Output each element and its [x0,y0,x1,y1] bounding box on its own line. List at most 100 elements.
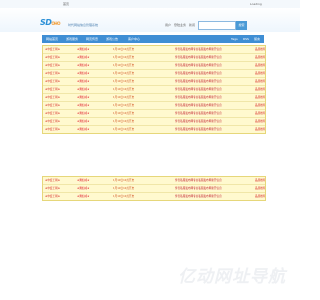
server-list-panel-secondary: ★中变王朝★ ★鹰仙域★ 1月19日10点开启 传奇私服发布网专业私服发布网新开… [42,176,266,201]
server-name[interactable]: ★中变王朝★ [45,87,73,91]
server-version: ★鹰仙域★ [77,96,90,99]
table-row[interactable]: ★中变王朝★ ★鹰仙域★ 1月19日10点开启 传奇私服发布网专业私服发布网新开… [43,177,265,185]
server-open-time: 1月19日10点开启 [113,112,135,115]
nav-item-7[interactable]: 留言 [254,35,260,43]
table-row[interactable]: ★中变王朝★ ★鹰仙域★ 1月19日10点开启 传奇私服发布网专业私服发布网新开… [43,185,265,193]
user-link-1[interactable]: 登陆业务 [174,23,186,27]
server-description: 传奇私服发布网专业私服发布网新开信息 [175,187,222,190]
server-open-time: 1月19日10点开启 [113,96,135,99]
server-tag[interactable]: 品质推荐 [255,63,265,67]
server-name[interactable]: ★中变王朝★ [45,63,73,67]
server-name[interactable]: ★中变王朝★ [45,111,73,115]
server-tag[interactable]: 品质推荐 [255,79,265,83]
server-name[interactable]: ★中变王朝★ [45,103,73,107]
table-row[interactable]: ★中变王朝★ ★鹰仙域★ 1月19日10点开启 传奇私服发布网专业私服发布网新开… [43,54,265,62]
table-row[interactable]: ★中变王朝★ ★鹰仙域★ 1月19日10点开启 传奇私服发布网专业私服发布网新开… [43,118,265,126]
table-row[interactable]: ★中变王朝★ ★鹰仙域★ 1月19日10点开启 传奇私服发布网专业私服发布网新开… [43,126,265,133]
table-row[interactable]: ★中变王朝★ ★鹰仙域★ 1月19日10点开启 传奇私服发布网专业私服发布网新开… [43,110,265,118]
main-nav: 网站首页 游戏服务 网页传奇 游戏公告 客户中心 Tags RSS 留言 [42,35,264,43]
nav-item-5[interactable]: Tags [231,35,238,43]
server-description: 传奇私服发布网专业私服发布网新开信息 [175,179,222,182]
server-tag[interactable]: 品质推荐 [255,55,265,59]
server-name[interactable]: ★中变王朝★ [45,186,73,190]
server-open-time: 1月19日10点开启 [113,128,135,131]
server-description: 传奇私服发布网专业私服发布网新开信息 [175,88,222,91]
server-description: 传奇私服发布网专业私服发布网新开信息 [175,120,222,123]
server-open-time: 1月19日10点开启 [113,179,135,182]
search-input[interactable] [198,21,236,30]
site-logo[interactable]: SDOHO [40,18,61,27]
server-version: ★鹰仙域★ [77,64,90,67]
server-description: 传奇私服发布网专业私服发布网新开信息 [175,48,222,51]
server-version: ★鹰仙域★ [77,128,90,131]
server-name[interactable]: ★中变王朝★ [45,178,73,182]
server-open-time: 1月19日10点开启 [113,72,135,75]
server-name[interactable]: ★中变王朝★ [45,71,73,75]
server-open-time: 1月19日10点开启 [113,64,135,67]
server-tag[interactable]: 品质推荐 [255,178,265,182]
server-open-time: 1月19日10点开启 [113,195,135,198]
server-description: 传奇私服发布网专业私服发布网新开信息 [175,112,222,115]
nav-item-0[interactable]: 网站首页 [46,35,58,43]
table-row[interactable]: ★中变王朝★ ★鹰仙域★ 1月19日10点开启 传奇私服发布网专业私服发布网新开… [43,102,265,110]
nav-item-2[interactable]: 网页传奇 [86,35,98,43]
server-version: ★鹰仙域★ [77,88,90,91]
watermark-logo: 亿动网址导航 [178,267,286,287]
server-name[interactable]: ★中变王朝★ [45,79,73,83]
server-tag[interactable]: 品质推荐 [255,119,265,123]
server-version: ★鹰仙域★ [77,187,90,190]
server-version: ★鹰仙域★ [77,80,90,83]
user-link-0[interactable]: 用户 [165,23,171,27]
server-name[interactable]: ★中变王朝★ [45,55,73,59]
server-tag[interactable]: 品质推荐 [255,95,265,99]
server-version: ★鹰仙域★ [77,72,90,75]
server-version: ★鹰仙域★ [77,56,90,59]
nav-item-3[interactable]: 游戏公告 [106,35,118,43]
server-name[interactable]: ★中变王朝★ [45,194,73,198]
table-row[interactable]: ★中变王朝★ ★鹰仙域★ 1月19日10点开启 传奇私服发布网专业私服发布网新开… [43,94,265,102]
server-tag[interactable]: 品质推荐 [255,111,265,115]
server-name[interactable]: ★中变王朝★ [45,47,73,51]
server-list-panel: ★中变王朝★ ★鹰仙域★ 1月19日10点开启 传奇私服发布网专业私服发布网新开… [42,45,266,134]
server-version: ★鹰仙域★ [77,112,90,115]
server-open-time: 1月19日10点开启 [113,80,135,83]
server-description: 传奇私服发布网专业私服发布网新开信息 [175,104,222,107]
server-version: ★鹰仙域★ [77,120,90,123]
server-version: ★鹰仙域★ [77,104,90,107]
server-open-time: 1月19日10点开启 [113,48,135,51]
server-open-time: 1月19日10点开启 [113,104,135,107]
loading-status: Loading [250,2,262,6]
server-open-time: 1月19日10点开启 [113,56,135,59]
server-open-time: 1月19日10点开启 [113,88,135,91]
server-tag[interactable]: 品质推荐 [255,186,265,190]
server-name[interactable]: ★中变王朝★ [45,127,73,131]
server-name[interactable]: ★中变王朝★ [45,95,73,99]
server-description: 传奇私服发布网专业私服发布网新开信息 [175,64,222,67]
table-row[interactable]: ★中变王朝★ ★鹰仙域★ 1月19日10点开启 传奇私服发布网专业私服发布网新开… [43,46,265,54]
table-row[interactable]: ★中变王朝★ ★鹰仙域★ 1月19日10点开启 传奇私服发布网专业私服发布网新开… [43,70,265,78]
server-tag[interactable]: 品质推荐 [255,87,265,91]
server-tag[interactable]: 品质推荐 [255,71,265,75]
home-link[interactable]: 首页 [63,2,69,6]
server-open-time: 1月19日10点开启 [113,187,135,190]
server-tag[interactable]: 品质推荐 [255,47,265,51]
nav-item-4[interactable]: 客户中心 [128,35,140,43]
table-row[interactable]: ★中变王朝★ ★鹰仙域★ 1月19日10点开启 传奇私服发布网专业私服发布网新开… [43,78,265,86]
server-tag[interactable]: 品质推荐 [255,103,265,107]
server-name[interactable]: ★中变王朝★ [45,119,73,123]
nav-item-1[interactable]: 游戏服务 [66,35,78,43]
server-description: 传奇私服发布网专业私服发布网新开信息 [175,128,222,131]
server-description: 传奇私服发布网专业私服发布网新开信息 [175,72,222,75]
server-description: 传奇私服发布网专业私服发布网新开信息 [175,96,222,99]
server-tag[interactable]: 品质推荐 [255,127,265,131]
nav-item-6[interactable]: RSS [243,35,249,43]
search-button[interactable]: 搜索 [236,21,247,30]
table-row[interactable]: ★中变王朝★ ★鹰仙域★ 1月19日10点开启 传奇私服发布网专业私服发布网新开… [43,62,265,70]
user-link-2[interactable]: 新闻 [189,23,195,27]
table-row[interactable]: ★中变王朝★ ★鹰仙域★ 1月19日10点开启 传奇私服发布网专业私服发布网新开… [43,86,265,94]
server-tag[interactable]: 品质推荐 [255,194,265,198]
server-version: ★鹰仙域★ [77,179,90,182]
table-row[interactable]: ★中变王朝★ ★鹰仙域★ 1月19日10点开启 传奇私服发布网专业私服发布网新开… [43,193,265,200]
server-open-time: 1月19日10点开启 [113,120,135,123]
header: SDOHO 时代网站信息管理系统 用户 登陆业务 新闻 后台 搜索 [0,8,300,32]
